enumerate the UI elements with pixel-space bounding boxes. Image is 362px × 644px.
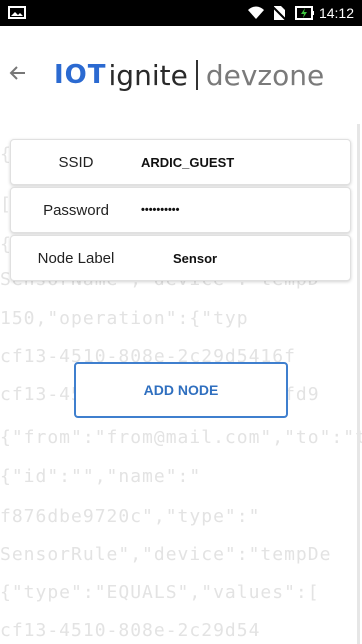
status-bar: 14:12	[0, 0, 362, 26]
code-line: f876dbe9720c","type":"	[0, 506, 261, 527]
code-line: cf13-4510-808e-2c29d54	[0, 620, 261, 641]
node-label-input[interactable]: Sensor	[173, 236, 217, 280]
code-line: 150,"operation":{"typ	[0, 308, 249, 329]
code-line: SensorRule","device":"tempDe	[0, 544, 332, 565]
ssid-field[interactable]: SSID ARDIC_GUEST	[10, 139, 351, 185]
ssid-label: SSID	[58, 153, 94, 171]
password-field[interactable]: Password ••••••••••	[10, 187, 351, 233]
status-time: 14:12	[318, 5, 354, 21]
logo-devzone-text: devzone	[205, 58, 325, 92]
wifi-icon	[247, 5, 265, 21]
back-arrow-icon[interactable]	[6, 62, 28, 84]
node-label-label: Node Label	[37, 249, 115, 267]
node-label-field[interactable]: Node Label Sensor	[10, 235, 351, 281]
add-node-button[interactable]: ADD NODE	[74, 362, 288, 418]
iotignite-devzone-logo: IOT ignite devzone	[54, 58, 324, 92]
code-line: {"id":"","name":"	[0, 466, 202, 487]
logo-iot-text: IOT	[54, 60, 107, 90]
password-label: Password	[43, 201, 109, 219]
ssid-input[interactable]: ARDIC_GUEST	[141, 140, 234, 184]
code-line: {"from":"from@mail.com","to":"to	[0, 427, 362, 448]
code-line: {"type":"EQUALS","values":[	[0, 582, 320, 603]
battery-charging-icon	[294, 5, 314, 21]
logo-divider	[195, 60, 198, 90]
image-icon	[8, 6, 26, 19]
scrollbar[interactable]	[357, 124, 360, 644]
password-input[interactable]: ••••••••••	[141, 188, 180, 232]
logo-ignite-text: ignite	[108, 58, 188, 92]
no-sim-icon	[271, 5, 289, 21]
app-bar: IOT ignite devzone	[0, 26, 362, 124]
